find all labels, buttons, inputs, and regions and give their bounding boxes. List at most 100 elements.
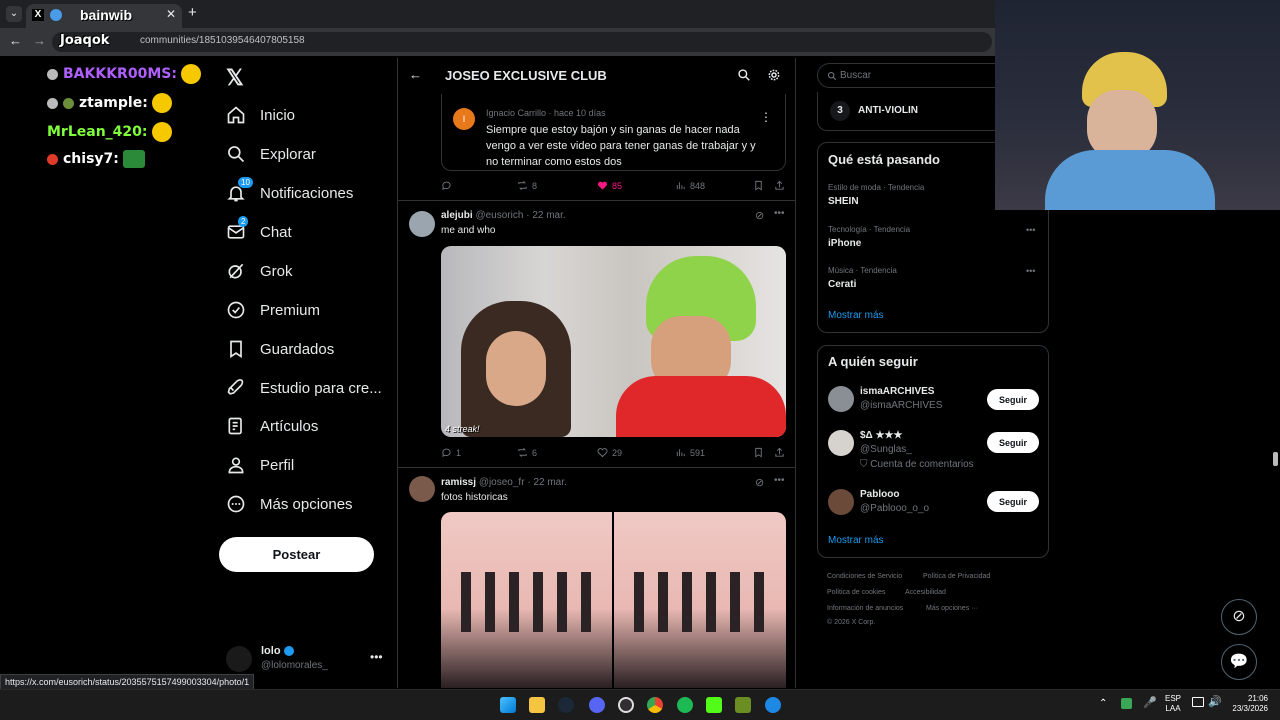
bookmark-button[interactable] <box>753 180 768 191</box>
chevron-up-icon[interactable]: ⌃ <box>1099 698 1107 709</box>
nav-home[interactable]: Inicio <box>226 97 295 133</box>
trend-item[interactable]: Tecnología · Tendencia iPhone <box>828 225 1038 259</box>
forward-arrow-icon[interactable]: → <box>33 33 46 48</box>
overlay-user-joaqok: Joaqok <box>60 33 110 48</box>
badge-icon <box>47 97 58 109</box>
follow-button[interactable]: Seguir <box>987 389 1039 410</box>
search-icon[interactable] <box>737 68 751 82</box>
shield-icon[interactable] <box>1121 698 1132 709</box>
more-dots-icon[interactable]: ••• <box>1026 266 1035 276</box>
network-icon[interactable] <box>1192 697 1204 707</box>
streamer-shirt <box>1045 150 1215 210</box>
search-input[interactable]: Buscar <box>817 63 997 88</box>
reply-button[interactable]: 1 <box>441 447 461 458</box>
new-tab-button[interactable]: + <box>188 4 197 21</box>
footer-link[interactable]: Más opciones ··· <box>926 605 978 612</box>
tweet-image-left[interactable] <box>441 512 612 688</box>
trends-show-more[interactable]: Mostrar más <box>828 310 884 321</box>
nav-articles[interactable]: Artículos <box>226 408 318 444</box>
bookmark-button[interactable] <box>753 447 768 458</box>
back-arrow-icon[interactable]: ← <box>9 33 22 48</box>
retweet-button[interactable]: 8 <box>517 180 537 191</box>
nav-grok[interactable]: Grok <box>226 253 293 289</box>
tab-close-icon[interactable]: ✕ <box>166 7 176 21</box>
nav-explore[interactable]: Explorar <box>226 136 316 172</box>
tweet-image[interactable]: 4 streak! <box>441 246 786 437</box>
community-name[interactable]: ANTI-VIOLIN <box>858 105 918 116</box>
more-dots-icon[interactable]: ••• <box>370 650 383 664</box>
views-button[interactable]: 591 <box>675 447 705 458</box>
follow-name: Pablooo <box>860 489 900 500</box>
ccleaner-icon[interactable] <box>765 697 781 713</box>
avatar <box>409 476 435 502</box>
microphone-icon[interactable]: 🎤 <box>1143 696 1157 709</box>
more-dots-icon[interactable]: ••• <box>774 475 785 486</box>
post-button[interactable]: Postear <box>219 537 374 572</box>
community-header: ← JOSEO EXCLUSIVE CLUB <box>398 58 795 93</box>
grok-icon[interactable]: ⊘ <box>755 209 764 222</box>
follow-button[interactable]: Seguir <box>987 432 1039 453</box>
views-button[interactable]: 848 <box>675 180 705 191</box>
windows-start-icon[interactable] <box>500 697 516 713</box>
quoted-comment-card[interactable]: I Ignacio Carrillo · hace 10 días ⋮ Siem… <box>441 94 786 171</box>
reply-button[interactable] <box>441 180 456 191</box>
like-button[interactable]: 29 <box>597 447 622 458</box>
retweet-icon <box>518 181 527 190</box>
grok-float-button[interactable]: ⊘ <box>1221 599 1257 635</box>
clock[interactable]: 21:06 23/3/2026 <box>1226 694 1268 714</box>
language-indicator[interactable]: ESP LAA <box>1165 694 1181 714</box>
nav-premium[interactable]: Premium <box>226 292 320 328</box>
obs-icon[interactable] <box>618 697 634 713</box>
nav-notifications[interactable]: 10 Notificaciones <box>226 175 353 211</box>
tweet-image-right[interactable] <box>614 512 786 688</box>
tweet[interactable]: ramissj @joseo_fr · 22 mar. ⊘ ••• fotos … <box>398 468 795 688</box>
nav-profile[interactable]: Perfil <box>226 447 294 483</box>
badge-icon <box>63 97 74 109</box>
scrollbar[interactable] <box>1273 452 1278 466</box>
minecraft-icon[interactable] <box>735 697 751 713</box>
volume-icon[interactable]: 🔊 <box>1208 695 1222 708</box>
more-dots-icon[interactable]: ••• <box>1026 225 1035 235</box>
nav-creator-studio[interactable]: Estudio para cre... <box>226 370 382 406</box>
share-button[interactable] <box>774 447 789 458</box>
back-arrow-icon[interactable]: ← <box>409 67 422 82</box>
tweet-date: 22 mar. <box>533 477 567 488</box>
file-explorer-icon[interactable] <box>529 697 545 713</box>
nav-bookmarks[interactable]: Guardados <box>226 331 334 367</box>
account-switcher[interactable]: lolo @lolomorales_ ••• <box>226 644 386 674</box>
nav-chat[interactable]: 2 Chat <box>226 214 292 250</box>
tweet[interactable]: alejubi @eusorich · 22 mar. ⊘ ••• me and… <box>398 201 795 467</box>
grok-icon[interactable]: ⊘ <box>755 476 764 489</box>
nav-more[interactable]: Más opciones <box>226 486 353 522</box>
webcam-overlay <box>995 0 1280 210</box>
kick-icon[interactable] <box>706 697 722 713</box>
browser-tab[interactable]: X bainwib ✕ <box>26 4 182 28</box>
address-input[interactable]: Joaqok communities/1851039546407805158 <box>52 32 992 52</box>
like-button[interactable]: 85 <box>597 180 622 191</box>
follow-button[interactable]: Seguir <box>987 491 1039 512</box>
tweet-author: alejubi <box>441 210 473 221</box>
x-logo-icon[interactable]: 𝕏 <box>226 65 244 91</box>
footer-link[interactable]: Política de cookies <box>827 589 885 596</box>
steam-icon[interactable] <box>558 697 574 713</box>
discord-icon[interactable] <box>589 697 605 713</box>
footer-link[interactable]: Información de anuncios <box>827 605 903 612</box>
spotify-icon[interactable] <box>677 697 693 713</box>
follow-show-more[interactable]: Mostrar más <box>828 535 884 546</box>
tweet-handle: @eusorich <box>475 210 524 221</box>
retweet-button[interactable]: 6 <box>517 447 537 458</box>
share-button[interactable] <box>774 180 789 191</box>
trend-item[interactable]: Música · Tendencia Cerati <box>828 266 1038 300</box>
footer-link[interactable]: Condiciones de Servicio <box>827 573 902 580</box>
emoji-icon <box>151 122 172 142</box>
gear-icon[interactable] <box>767 68 781 82</box>
footer-link[interactable]: Accesibilidad <box>905 589 946 596</box>
footer-link[interactable]: Política de Privacidad <box>923 573 990 580</box>
chrome-icon[interactable] <box>647 697 663 713</box>
messages-float-button[interactable]: 💬 <box>1221 644 1257 680</box>
tab-search-button[interactable]: ⌄ <box>6 6 22 22</box>
status-url: https://x.com/eusorich/status/2035575157… <box>0 674 255 690</box>
tweet-handle: @joseo_fr <box>478 477 525 488</box>
account-name: lolo <box>261 645 281 657</box>
more-dots-icon[interactable]: ••• <box>774 208 785 219</box>
